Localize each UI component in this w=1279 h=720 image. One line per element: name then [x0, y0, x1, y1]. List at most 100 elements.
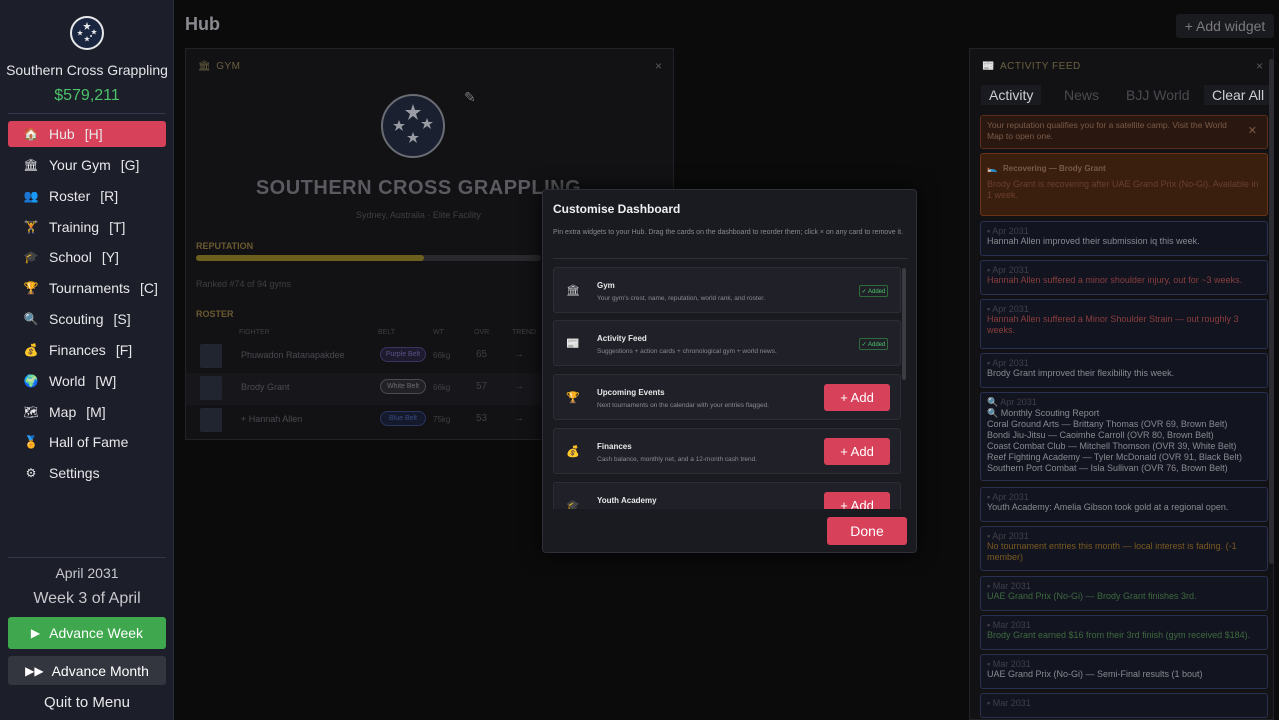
gym-logo [70, 16, 104, 50]
widget-list-scrollbar[interactable] [902, 268, 906, 380]
sidebar-item-finances[interactable]: 💰 Finances [F] [8, 337, 166, 363]
report-date: Apr 2031 [1000, 397, 1037, 407]
sidebar-item-roster[interactable]: 👥 Roster [R] [8, 183, 166, 209]
feed-item: ▪ Apr 2031 Hannah Allen improved their su… [980, 221, 1268, 256]
sidebar-item-label: Finances [49, 341, 106, 358]
fighter-name: + Hannah Allen [241, 414, 303, 424]
col-wt: WT [433, 329, 444, 336]
add-widget-button[interactable]: + Add [824, 384, 890, 411]
southern-cross-icon [77, 22, 97, 42]
sidebar-item-tournaments[interactable]: 🏆 Tournaments [C] [8, 275, 166, 301]
current-week: Week 3 of April [33, 590, 141, 607]
app-window: Southern Cross Grappling $579,211 🏠 Hub [H… [0, 0, 1279, 720]
feed-date-text: Apr 2031 [992, 265, 1029, 275]
sidebar-item-map[interactable]: 🗺 Map [M] [8, 399, 166, 425]
report-line: Coast Combat Club — Mitchell Thomson (OV… [987, 441, 1237, 451]
tab-news[interactable]: News [1056, 85, 1107, 105]
sidebar-item-school[interactable]: 🎓 School [Y] [8, 244, 166, 270]
advance-week-label: Advance Week [49, 625, 144, 641]
add-widget-button[interactable]: + Add [824, 438, 890, 465]
fighter-weight: 66kg [433, 351, 451, 360]
fighter-weight: 66kg [433, 383, 451, 392]
dialog-title: Customise Dashboard [553, 202, 681, 216]
trend-icon: → [514, 413, 524, 424]
shortcut-key: [S] [113, 311, 131, 328]
sidebar-item-label: School [49, 249, 92, 266]
sidebar-item-label: Scouting [49, 311, 104, 328]
fighter-ovr: 53 [476, 413, 488, 424]
divider [8, 557, 166, 558]
sidebar-item-label: Your Gym [49, 156, 111, 173]
sidebar-item-scouting[interactable]: 🔍 Scouting [S] [8, 306, 166, 332]
shortcut-key: [H] [84, 126, 103, 142]
feed-item: ▪ Apr 2031 Hannah Allen suffered a Minor … [980, 299, 1268, 349]
feed-text: Hannah Allen suffered a minor shoulder i… [987, 275, 1243, 285]
feed-date-text: Mar 2031 [992, 659, 1031, 669]
shortcut-key: [M] [86, 403, 106, 420]
widget-name: Activity Feed [597, 334, 647, 343]
feed-date: ▪ Mar 2031 [987, 659, 1261, 669]
feed-date: ▪ Apr 2031 [987, 492, 1261, 502]
fighter-weight: 75kg [433, 415, 451, 424]
feed-icon: 📰 [982, 61, 995, 72]
report-line: Coral Ground Arts — Brittany Thomas (OVR… [987, 419, 1228, 429]
tab-activity[interactable]: Activity [981, 85, 1042, 105]
feed-date-text: Mar 2031 [992, 581, 1031, 591]
fighter-ovr: 57 [476, 381, 488, 392]
sidebar-item-settings[interactable]: ⚙ Settings [8, 460, 166, 486]
widget-option-youth-academy: 🎓Youth AcademyStudents, youth academy ca… [553, 482, 901, 509]
sidebar-item-world[interactable]: 🌍 World [W] [8, 368, 166, 394]
sidebar-item-training[interactable]: 🏋 Training [T] [8, 214, 166, 240]
report-line: Southern Port Combat — Isla Sullivan (OV… [987, 463, 1228, 473]
close-icon[interactable]: ✕ [1248, 124, 1257, 137]
add-widget-button[interactable]: + Add [824, 492, 890, 509]
pencil-icon[interactable]: ✎ [464, 89, 476, 106]
feed-item: ▪ Mar 2031 UAE Grand Prix (No-Gi) — Brody… [980, 576, 1268, 611]
sidebar-item-label: World [49, 372, 86, 389]
fighter-ovr: 65 [476, 349, 488, 360]
done-button[interactable]: Done [827, 517, 907, 545]
magnifier-icon: 🔍 [23, 312, 39, 327]
close-icon[interactable]: × [1256, 59, 1263, 73]
feed-text: Youth Academy: Amelia Gibson took gold a… [987, 502, 1229, 512]
divider [8, 113, 166, 114]
clear-all-button[interactable]: Clear All [1204, 85, 1273, 105]
sidebar-item-label: Map [49, 403, 77, 420]
feed-date: ▪ Apr 2031 [987, 358, 1261, 368]
activity-card-header: 📰 ACTIVITY FEED [982, 61, 1081, 72]
shortcut-key: [F] [115, 341, 133, 358]
sidebar-item-hub[interactable]: 🏠 Hub [H] [8, 121, 166, 147]
feed-date: 🔍 Apr 2031 [987, 397, 1261, 408]
bank-icon: 🏛 [198, 61, 212, 72]
sidebar-item-your-gym[interactable]: 🏛 Your Gym [G] [8, 152, 166, 178]
feed-item: ▪ Apr 2031 Brody Grant improved their fle… [980, 353, 1268, 388]
add-widget-button[interactable]: + Add widget [1176, 14, 1274, 38]
reputation-fill [196, 255, 424, 261]
widget-name: Youth Academy [597, 496, 657, 505]
feed-item: ▪ Apr 2031 Hannah Allen suffered a minor … [980, 260, 1268, 295]
scouting-report-item: 🔍 Apr 2031 🔍 Monthly Scouting Report Cor… [980, 392, 1268, 481]
feed-item: ▪ Mar 2031 Brody Grant earned $16 from th… [980, 615, 1268, 650]
shortcut-key: [G] [120, 156, 140, 173]
feed-date-text: Apr 2031 [992, 304, 1029, 314]
activity-card-title: ACTIVITY FEED [999, 61, 1081, 72]
sidebar-item-hall-of-fame[interactable]: 🏅 Hall of Fame [8, 429, 166, 455]
feed-text: Brody Grant improved their flexibility t… [987, 368, 1175, 378]
tab-bjj-world[interactable]: BJJ World [1118, 85, 1198, 105]
advance-week-button[interactable]: ▶ Advance Week [8, 617, 166, 649]
feed-date: ▪ Mar 2031 [987, 620, 1261, 630]
trophy-icon: 🏆 [23, 281, 39, 296]
recovering-text: Brody Grant is recovering after UAE Gran… [987, 179, 1259, 200]
play-icon: ▶ [30, 626, 41, 640]
reputation-bar [196, 255, 541, 261]
belt-badge: Blue Belt [380, 411, 426, 426]
close-icon[interactable]: × [655, 59, 662, 73]
quit-to-menu-button[interactable]: Quit to Menu [0, 694, 174, 711]
page-title: Hub [185, 14, 220, 34]
fighter-name: Brody Grant [241, 382, 290, 392]
feed-scrollbar[interactable] [1269, 59, 1274, 564]
advance-month-button[interactable]: ▶▶ Advance Month [8, 656, 166, 685]
reputation-banner: Your reputation qualifies you for a sate… [980, 115, 1268, 149]
shortcut-key: [R] [100, 187, 119, 204]
feed-text: Hannah Allen suffered a Minor Shoulder S… [987, 314, 1239, 335]
